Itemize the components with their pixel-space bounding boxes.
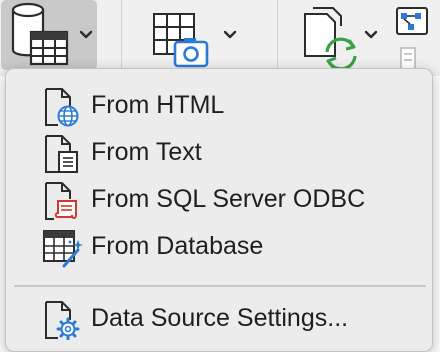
menu-divider	[14, 285, 426, 287]
queries-connections-button[interactable]	[393, 0, 433, 70]
document-text-icon	[45, 135, 78, 173]
table-camera-icon	[153, 13, 209, 68]
chevron-down-icon	[364, 30, 378, 39]
menu-item-label: From Database	[91, 232, 264, 260]
document-scroll-icon	[45, 182, 77, 220]
menu-item-data-source-settings[interactable]: Data Source Settings...	[6, 296, 432, 340]
get-data-button[interactable]	[1, 0, 97, 70]
menu-item-label: From SQL Server ODBC	[91, 185, 366, 213]
chevron-down-icon	[223, 30, 237, 39]
menu-item-from-database[interactable]: From Database	[6, 224, 432, 268]
refresh-documents-icon	[304, 7, 357, 70]
chevron-down-icon	[79, 30, 93, 39]
menu-item-label: From HTML	[91, 91, 225, 119]
ribbon-toolbar	[0, 0, 440, 76]
document-globe-icon	[45, 88, 79, 127]
from-picture-button[interactable]	[145, 0, 245, 70]
get-data-menu: From HTML From Text From SQL Server ODBC	[5, 68, 433, 352]
menu-item-from-sql-server-odbc[interactable]: From SQL Server ODBC	[6, 177, 432, 221]
menu-item-from-text[interactable]: From Text	[6, 130, 432, 174]
menu-item-from-html[interactable]: From HTML	[6, 83, 432, 127]
ribbon-separator	[121, 0, 122, 72]
menu-item-label: Data Source Settings...	[91, 304, 349, 332]
database-wand-icon	[43, 230, 83, 268]
database-table-icon	[11, 2, 69, 66]
ribbon-separator	[277, 0, 278, 72]
refresh-all-button[interactable]	[297, 0, 387, 70]
menu-item-label: From Text	[91, 138, 202, 166]
queries-connections-icon	[396, 7, 428, 70]
document-gear-icon	[45, 301, 80, 340]
